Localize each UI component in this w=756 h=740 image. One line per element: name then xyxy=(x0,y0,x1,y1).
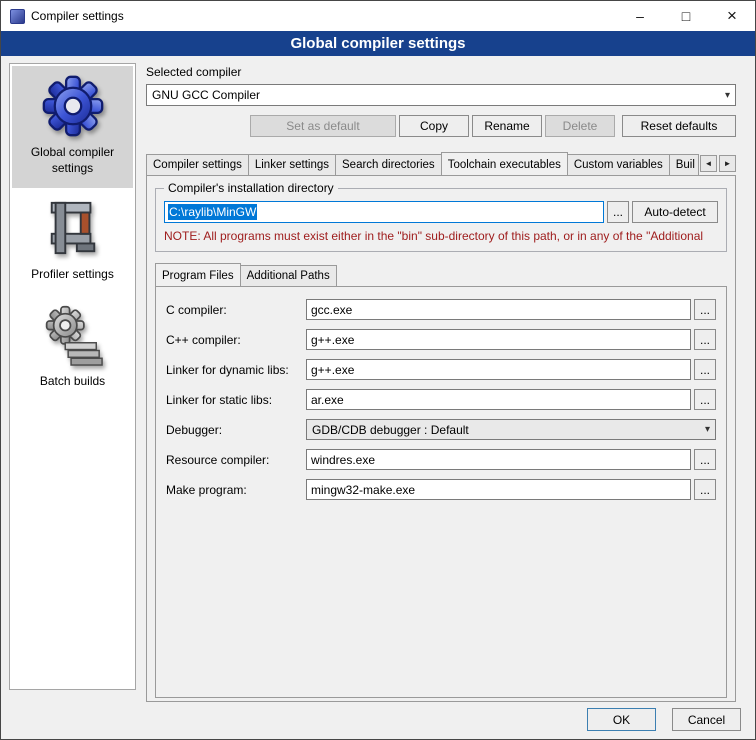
window-controls: – □ × xyxy=(617,1,755,31)
set-as-default-button[interactable]: Set as default xyxy=(250,115,396,137)
tab-search-directories[interactable]: Search directories xyxy=(335,154,442,175)
tab-scroll-left-icon[interactable]: ◄ xyxy=(700,155,717,172)
field-row-linker-dynamic: Linker for dynamic libs: ... xyxy=(166,359,716,380)
main-content: Selected compiler GNU GCC Compiler ▾ Set… xyxy=(146,63,736,702)
tab-linker-settings[interactable]: Linker settings xyxy=(248,154,336,175)
tab-scroll-right-icon[interactable]: ► xyxy=(719,155,736,172)
gear-icon xyxy=(42,75,104,137)
resource-compiler-input[interactable] xyxy=(306,449,691,470)
rename-button[interactable]: Rename xyxy=(472,115,542,137)
reset-defaults-button[interactable]: Reset defaults xyxy=(622,115,736,137)
copy-button[interactable]: Copy xyxy=(399,115,469,137)
install-dir-value: C:\raylib\MinGW xyxy=(168,204,257,220)
spacer xyxy=(146,115,250,137)
field-row-cpp-compiler: C++ compiler: ... xyxy=(166,329,716,350)
field-label: Linker for static libs: xyxy=(166,393,306,407)
browse-button[interactable]: ... xyxy=(694,389,716,410)
sidebar-item-batch-builds[interactable]: Batch builds xyxy=(12,295,133,402)
clamp-tool-icon xyxy=(44,197,102,259)
gray-gears-icon xyxy=(42,304,104,366)
delete-button[interactable]: Delete xyxy=(545,115,615,137)
compiler-actions: Set as default Copy Rename Delete Reset … xyxy=(146,115,736,137)
field-label: Resource compiler: xyxy=(166,453,306,467)
install-dir-input[interactable]: C:\raylib\MinGW xyxy=(164,201,604,223)
field-label: Linker for dynamic libs: xyxy=(166,363,306,377)
browse-button[interactable]: ... xyxy=(694,299,716,320)
toolchain-panel: Compiler's installation directory C:\ray… xyxy=(146,175,736,702)
field-row-resource-compiler: Resource compiler: ... xyxy=(166,449,716,470)
program-files-panel: C compiler: ... C++ compiler: ... Linker… xyxy=(155,286,727,698)
field-row-linker-static: Linker for static libs: ... xyxy=(166,389,716,410)
selected-compiler-value: GNU GCC Compiler xyxy=(152,88,260,102)
sidebar-item-profiler-settings[interactable]: Profiler settings xyxy=(12,188,133,295)
selected-compiler-label: Selected compiler xyxy=(146,65,736,79)
install-dir-row: C:\raylib\MinGW ... Auto-detect xyxy=(164,201,718,223)
selected-compiler-select[interactable]: GNU GCC Compiler ▾ xyxy=(146,84,736,106)
linker-dynamic-input[interactable] xyxy=(306,359,691,380)
field-label: Make program: xyxy=(166,483,306,497)
debugger-select[interactable]: GDB/CDB debugger : Default ▾ xyxy=(306,419,716,440)
dialog-footer: OK Cancel xyxy=(587,708,741,731)
cpp-compiler-input[interactable] xyxy=(306,329,691,350)
close-button[interactable]: × xyxy=(709,1,755,31)
note-text: NOTE: All programs must exist either in … xyxy=(164,229,718,243)
tab-custom-variables[interactable]: Custom variables xyxy=(567,154,670,175)
chevron-down-icon: ▾ xyxy=(705,424,710,435)
install-dir-group-label: Compiler's installation directory xyxy=(164,181,338,195)
tab-compiler-settings[interactable]: Compiler settings xyxy=(146,154,249,175)
install-dir-browse-button[interactable]: ... xyxy=(607,201,629,223)
cancel-button[interactable]: Cancel xyxy=(672,708,741,731)
maximize-button[interactable]: □ xyxy=(663,1,709,31)
c-compiler-input[interactable] xyxy=(306,299,691,320)
field-label: Debugger: xyxy=(166,423,306,437)
field-label: C compiler: xyxy=(166,303,306,317)
field-row-make-program: Make program: ... xyxy=(166,479,716,500)
field-row-debugger: Debugger: GDB/CDB debugger : Default ▾ xyxy=(166,419,716,440)
debugger-value: GDB/CDB debugger : Default xyxy=(312,423,469,437)
sidebar-item-label: Profiler settings xyxy=(31,267,114,283)
linker-static-input[interactable] xyxy=(306,389,691,410)
settings-sidebar: Global compiler settings Profiler settin… xyxy=(9,63,136,690)
sidebar-item-label: Global compiler settings xyxy=(14,145,131,176)
settings-tabbar: Compiler settings Linker settings Search… xyxy=(146,151,736,175)
browse-button[interactable]: ... xyxy=(694,479,716,500)
sidebar-item-label: Batch builds xyxy=(40,374,105,390)
tab-scroll-nav: ◄ ► xyxy=(700,155,736,172)
tab-toolchain-executables[interactable]: Toolchain executables xyxy=(441,152,568,175)
program-files-tabbar: Program Files Additional Paths xyxy=(155,262,727,286)
browse-button[interactable]: ... xyxy=(694,359,716,380)
install-dir-group: Compiler's installation directory C:\ray… xyxy=(155,188,727,252)
make-program-input[interactable] xyxy=(306,479,691,500)
compiler-settings-dialog: Compiler settings – □ × Global compiler … xyxy=(0,0,756,740)
minimize-button[interactable]: – xyxy=(617,1,663,31)
tab-additional-paths[interactable]: Additional Paths xyxy=(240,265,337,286)
auto-detect-button[interactable]: Auto-detect xyxy=(632,201,718,223)
chevron-down-icon: ▾ xyxy=(725,90,730,101)
window-title: Compiler settings xyxy=(31,9,124,23)
page-title: Global compiler settings xyxy=(1,31,755,56)
tab-program-files[interactable]: Program Files xyxy=(155,263,241,286)
sidebar-item-global-compiler-settings[interactable]: Global compiler settings xyxy=(12,66,133,188)
tab-build-options[interactable]: Buil xyxy=(669,154,699,175)
field-label: C++ compiler: xyxy=(166,333,306,347)
ok-button[interactable]: OK xyxy=(587,708,656,731)
field-row-c-compiler: C compiler: ... xyxy=(166,299,716,320)
titlebar: Compiler settings – □ × xyxy=(1,1,755,31)
browse-button[interactable]: ... xyxy=(694,329,716,350)
app-icon xyxy=(10,9,25,24)
browse-button[interactable]: ... xyxy=(694,449,716,470)
